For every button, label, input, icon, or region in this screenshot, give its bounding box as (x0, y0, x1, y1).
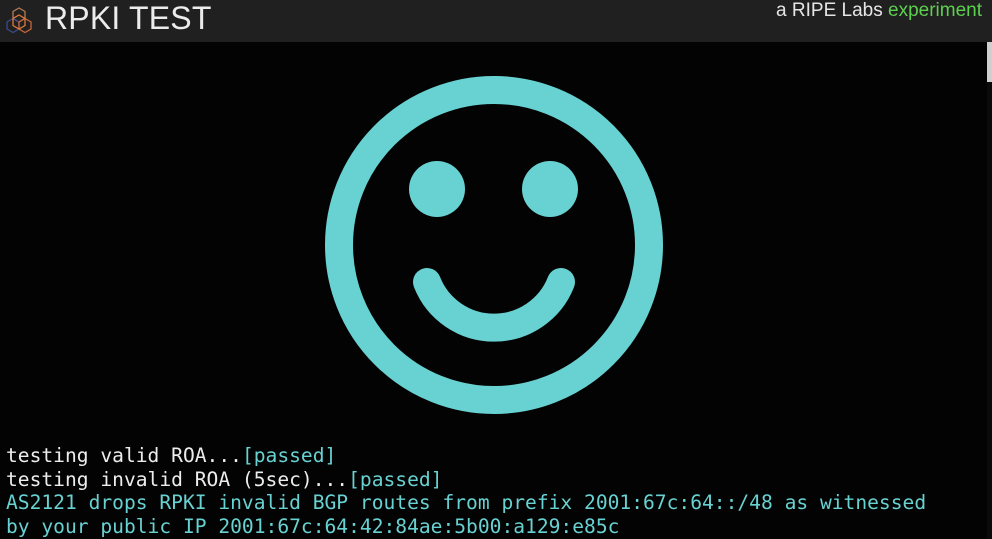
experiment-link[interactable]: experiment (888, 0, 982, 21)
status-passed: [passed] (348, 467, 443, 491)
smiley-face-icon (325, 76, 663, 414)
tagline: a RIPE Labs experiment (776, 0, 982, 22)
summary-line-2: by your public IP 2001:67c:64:42:84ae:5b… (6, 514, 620, 538)
ripe-hexagon-logo-icon (6, 7, 32, 34)
mouth (413, 268, 575, 342)
header-bar: RPKI TEST a RIPE Labs experiment (0, 0, 992, 42)
console-line-invalid: testing invalid ROA (5sec)...[passed] (6, 467, 443, 491)
tagline-prefix: a RIPE Labs (776, 0, 883, 21)
face-outline (325, 76, 663, 414)
left-eye (409, 161, 465, 217)
scrollbar-thumb[interactable] (987, 42, 992, 82)
right-eye (522, 161, 578, 217)
console-line-valid: testing valid ROA...[passed] (6, 444, 337, 467)
summary-line-1: AS2121 drops RPKI invalid BGP routes fro… (6, 491, 927, 514)
status-passed: [passed] (241, 444, 337, 467)
page-title: RPKI TEST (45, 0, 212, 36)
test-console: testing valid ROA...[passed] testing inva… (6, 444, 926, 538)
scrollbar[interactable] (987, 42, 992, 539)
